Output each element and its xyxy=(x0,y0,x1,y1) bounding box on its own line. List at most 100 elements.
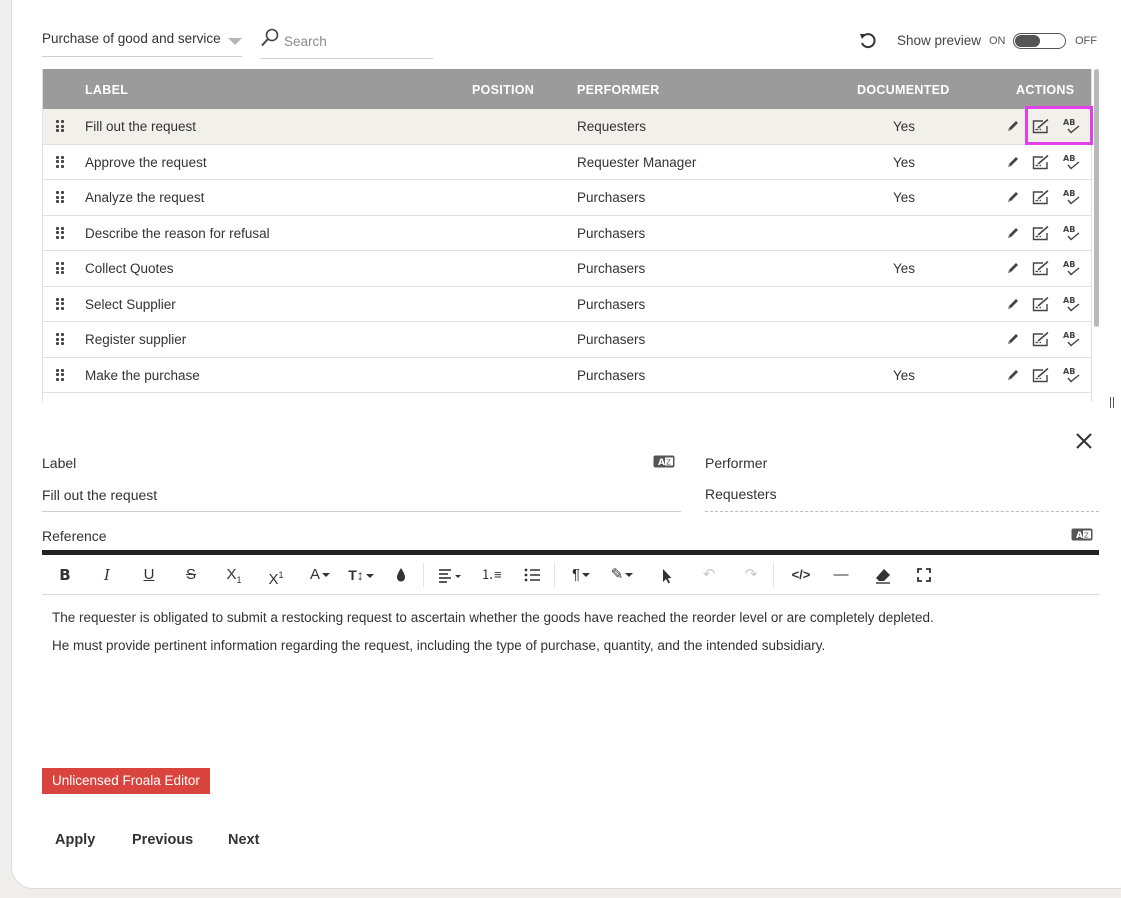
drag-handle-icon[interactable] xyxy=(56,226,66,239)
table-row[interactable]: Approve the request Requester Manager Yes A… xyxy=(43,144,1091,180)
table-row[interactable]: Analyze the request Purchasers Yes AB xyxy=(43,180,1091,216)
paragraph-format-icon[interactable]: ¶ xyxy=(568,564,594,586)
spellcheck-icon[interactable]: AB xyxy=(1061,224,1081,242)
reference-editor[interactable]: The requester is obligated to submit a r… xyxy=(42,596,1099,746)
text-color-icon[interactable] xyxy=(394,564,408,586)
row-performer: Purchasers xyxy=(577,367,646,383)
column-performer[interactable]: PERFORMER xyxy=(577,83,660,97)
chevron-down-icon xyxy=(228,38,242,45)
table-row[interactable]: Collect Quotes Purchasers Yes AB xyxy=(43,251,1091,287)
svg-text:AB: AB xyxy=(1063,118,1075,127)
row-label: Register supplier xyxy=(85,332,187,347)
table-row[interactable]: Select Supplier Purchasers AB xyxy=(43,286,1091,322)
spellcheck-icon[interactable]: AB xyxy=(1061,366,1081,384)
svg-text:AB: AB xyxy=(1063,189,1075,198)
apply-button[interactable]: Apply xyxy=(55,832,95,848)
previous-button[interactable]: Previous xyxy=(132,832,193,848)
pencil-icon[interactable] xyxy=(1003,153,1023,171)
pencil-icon[interactable] xyxy=(1003,224,1023,242)
table-row[interactable]: Describe the reason for refusal Purchaser… xyxy=(43,215,1091,251)
strikethrough-icon[interactable]: S xyxy=(183,564,199,586)
clear-formatting-icon[interactable] xyxy=(874,564,892,586)
drag-handle-icon[interactable] xyxy=(56,155,66,168)
column-actions: ACTIONS xyxy=(1016,83,1075,97)
font-size-icon[interactable]: T↕ xyxy=(346,564,376,586)
svg-text:Z: Z xyxy=(1084,532,1089,540)
spellcheck-icon[interactable]: AB xyxy=(1061,153,1081,171)
editor-paragraph: He must provide pertinent information re… xyxy=(52,638,826,653)
search-field[interactable] xyxy=(260,27,433,59)
pencil-icon[interactable] xyxy=(1003,330,1023,348)
drag-handle-icon[interactable] xyxy=(56,297,66,310)
preview-toggle[interactable] xyxy=(1013,33,1066,49)
row-performer: Purchasers xyxy=(577,332,646,347)
row-performer: Requester Manager xyxy=(577,154,697,170)
underline-icon[interactable]: U xyxy=(141,564,157,586)
label-field[interactable] xyxy=(42,485,672,505)
font-family-icon[interactable]: A xyxy=(306,564,334,586)
search-input[interactable] xyxy=(284,31,430,51)
edit-document-icon[interactable] xyxy=(1031,295,1051,313)
performer-value: Requesters xyxy=(705,486,777,502)
edit-document-icon[interactable] xyxy=(1031,117,1051,135)
process-select[interactable]: Purchase of good and service xyxy=(42,29,242,57)
svg-text:AB: AB xyxy=(1063,260,1075,269)
pencil-icon[interactable] xyxy=(1003,366,1023,384)
drag-handle-icon[interactable] xyxy=(56,368,66,381)
table-header: LABEL POSITION PERFORMER DOCUMENTED ACTI… xyxy=(43,69,1091,109)
align-icon[interactable] xyxy=(437,564,463,586)
unordered-list-icon[interactable] xyxy=(523,564,541,586)
pencil-icon[interactable] xyxy=(1003,188,1023,206)
edit-document-icon[interactable] xyxy=(1031,188,1051,206)
edit-document-icon[interactable] xyxy=(1031,224,1051,242)
drag-handle-icon[interactable] xyxy=(56,120,66,132)
table-row[interactable]: Fill out the request Requesters Yes AB xyxy=(43,109,1091,145)
column-position[interactable]: POSITION xyxy=(472,83,534,97)
spellcheck-icon[interactable]: AB xyxy=(1061,330,1081,348)
paragraph-style-icon[interactable]: ✎ xyxy=(608,564,636,586)
italic-icon[interactable]: I xyxy=(99,564,115,586)
bold-icon[interactable]: B xyxy=(57,564,73,586)
next-button[interactable]: Next xyxy=(228,832,259,848)
drag-handle-icon[interactable] xyxy=(56,191,66,203)
column-documented[interactable]: DOCUMENTED xyxy=(857,83,950,97)
edit-document-icon[interactable] xyxy=(1031,366,1051,384)
edit-document-icon[interactable] xyxy=(1031,153,1051,171)
fullscreen-icon[interactable] xyxy=(916,564,932,586)
ordered-list-icon[interactable]: ⒈≡ xyxy=(481,564,502,586)
refresh-icon[interactable] xyxy=(858,31,878,51)
translate-icon[interactable]: A Z xyxy=(653,455,675,468)
column-label[interactable]: LABEL xyxy=(85,83,128,97)
table-scrollbar[interactable] xyxy=(1094,69,1099,327)
table-row[interactable] xyxy=(43,393,1091,402)
edit-document-icon[interactable] xyxy=(1031,330,1051,348)
table-row[interactable]: Register supplier Purchasers AB xyxy=(43,322,1091,358)
spellcheck-icon[interactable]: AB xyxy=(1061,259,1081,277)
spellcheck-icon[interactable]: AB xyxy=(1061,117,1081,135)
drag-handle-icon[interactable] xyxy=(56,262,66,274)
spellcheck-icon[interactable]: AB xyxy=(1061,188,1081,206)
edit-document-icon[interactable] xyxy=(1031,259,1051,277)
undo-icon[interactable]: ↶ xyxy=(700,564,718,586)
pencil-icon[interactable] xyxy=(1003,117,1023,135)
pencil-icon[interactable] xyxy=(1003,259,1023,277)
svg-text:A: A xyxy=(1076,531,1083,541)
close-icon[interactable] xyxy=(1074,431,1094,451)
table-row[interactable]: Make the purchase Purchasers Yes AB xyxy=(43,357,1091,393)
unlicensed-froala-banner[interactable]: Unlicensed Froala Editor xyxy=(42,768,210,794)
superscript-icon[interactable]: X1 xyxy=(266,564,286,588)
translate-icon[interactable]: A Z xyxy=(1071,528,1093,541)
drag-handle-icon[interactable] xyxy=(56,333,66,345)
horizontal-line-icon[interactable]: — xyxy=(832,564,850,586)
select-all-icon[interactable] xyxy=(660,564,674,586)
performer-underline xyxy=(705,511,1099,512)
subscript-icon[interactable]: X1 xyxy=(224,564,244,586)
row-performer: Purchasers xyxy=(577,296,646,312)
spellcheck-icon[interactable]: AB xyxy=(1061,295,1081,313)
redo-icon[interactable]: ↷ xyxy=(742,564,760,586)
pencil-icon[interactable] xyxy=(1003,295,1023,313)
panel-splitter[interactable] xyxy=(1110,397,1116,409)
row-label: Approve the request xyxy=(85,154,207,170)
code-view-icon[interactable]: </> xyxy=(789,564,813,586)
label-underline xyxy=(42,511,681,512)
